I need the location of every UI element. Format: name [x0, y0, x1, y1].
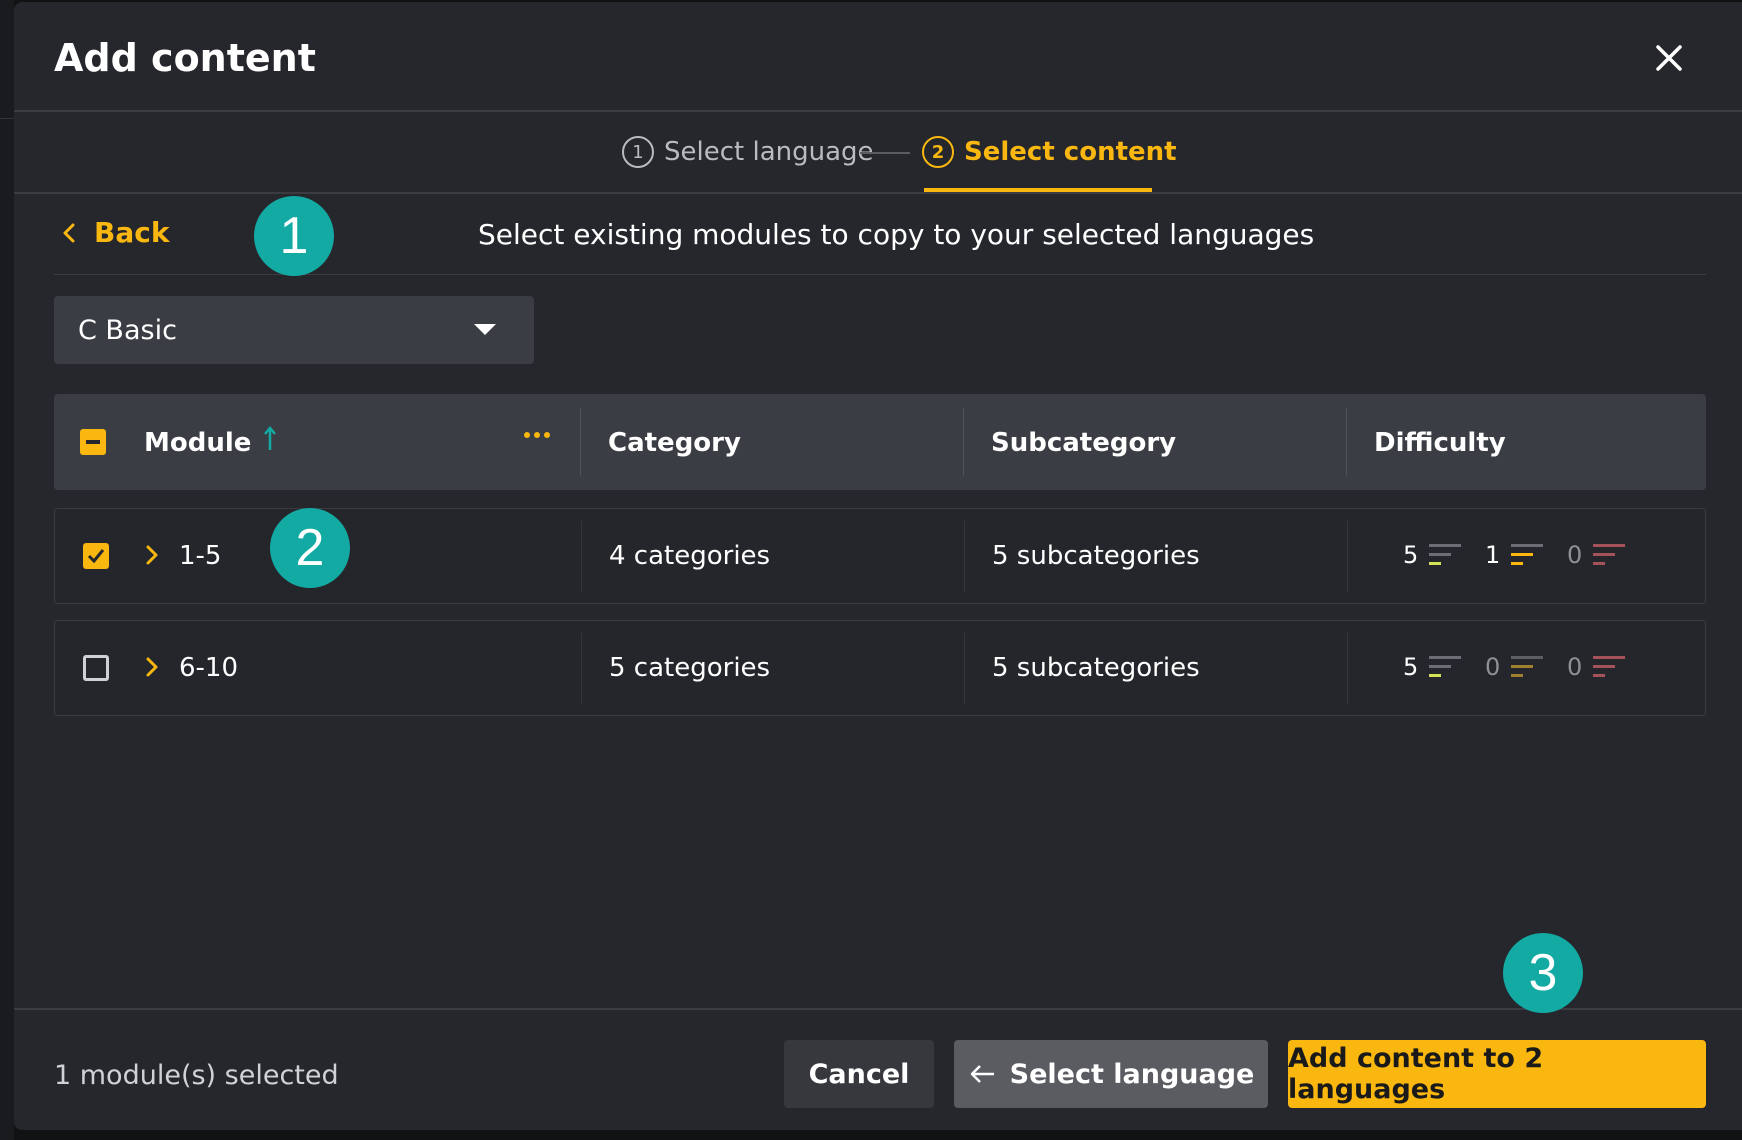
- column-divider: [1347, 521, 1348, 593]
- table-row[interactable]: 6-10 5 categories 5 subcategories 5 0 0: [54, 620, 1706, 716]
- column-divider: [964, 521, 965, 593]
- subcategory-count: 5 subcategories: [992, 541, 1200, 571]
- caret-down-icon: [474, 324, 496, 335]
- row-checkbox[interactable]: [83, 655, 109, 681]
- chevron-right-icon[interactable]: [145, 655, 159, 679]
- category-count: 4 categories: [609, 541, 771, 571]
- header-difficulty[interactable]: Difficulty: [1374, 428, 1506, 458]
- difficulty-easy: 5: [1403, 541, 1463, 569]
- header-subcategory[interactable]: Subcategory: [991, 428, 1176, 458]
- column-divider: [581, 521, 582, 593]
- sort-ascending-icon[interactable]: [262, 424, 278, 454]
- cancel-button[interactable]: Cancel: [784, 1040, 934, 1108]
- difficulty-hard: 0: [1567, 541, 1627, 569]
- modal-header: Add content: [14, 2, 1742, 112]
- active-step-underline: [924, 188, 1152, 192]
- course-select[interactable]: C Basic: [54, 296, 534, 364]
- step-label: Select content: [964, 137, 1177, 167]
- difficulty-medium: 1: [1485, 541, 1545, 569]
- column-divider: [1347, 633, 1348, 705]
- difficulty-easy-icon: [1429, 544, 1461, 565]
- step-connector: [860, 152, 910, 154]
- add-content-modal: Add content 1 Select language 2 Select c…: [14, 2, 1742, 1130]
- row-checkbox[interactable]: [83, 543, 109, 569]
- annotation-badge: 2: [270, 508, 350, 588]
- easy-count: 5: [1403, 541, 1419, 569]
- difficulty-hard-icon: [1593, 656, 1625, 677]
- more-options-icon[interactable]: [524, 432, 550, 438]
- back-link[interactable]: Back: [62, 216, 169, 249]
- subcategory-count: 5 subcategories: [992, 653, 1200, 683]
- easy-count: 5: [1403, 653, 1419, 681]
- select-language-button[interactable]: Select language: [954, 1040, 1268, 1108]
- stepper: 1 Select language 2 Select content: [14, 114, 1742, 194]
- select-language-label: Select language: [1009, 1058, 1255, 1090]
- chevron-left-icon: [63, 223, 75, 242]
- instruction-text: Select existing modules to copy to your …: [478, 218, 1315, 251]
- header-module[interactable]: Module: [144, 428, 251, 458]
- hard-count: 0: [1567, 541, 1583, 569]
- module-name: 6-10: [179, 653, 239, 683]
- hard-count: 0: [1567, 653, 1583, 681]
- medium-count: 1: [1485, 541, 1501, 569]
- step-number: 1: [622, 136, 654, 168]
- difficulty-easy: 5: [1403, 653, 1463, 681]
- category-count: 5 categories: [609, 653, 771, 683]
- column-divider: [581, 633, 582, 705]
- module-name: 1-5: [179, 541, 222, 571]
- add-content-button[interactable]: Add content to 2 languages: [1288, 1040, 1706, 1108]
- close-icon[interactable]: [1651, 40, 1687, 76]
- chevron-right-icon[interactable]: [145, 543, 159, 567]
- step-select-language[interactable]: 1 Select language: [622, 136, 874, 168]
- table-header: Module Category Subcategory Difficulty: [54, 394, 1706, 490]
- column-divider: [1346, 408, 1347, 476]
- annotation-badge: 1: [254, 196, 334, 276]
- difficulty-easy-icon: [1429, 656, 1461, 677]
- step-select-content[interactable]: 2 Select content: [922, 136, 1177, 168]
- modal-footer: 1 module(s) selected Cancel Select langu…: [14, 1008, 1742, 1130]
- medium-count: 0: [1485, 653, 1501, 681]
- step-number: 2: [922, 136, 954, 168]
- selection-count: 1 module(s) selected: [54, 1060, 339, 1091]
- difficulty-hard-icon: [1593, 544, 1625, 565]
- background-page: [0, 0, 14, 1140]
- modal-title: Add content: [54, 36, 316, 80]
- difficulty-hard: 0: [1567, 653, 1627, 681]
- annotation-badge: 3: [1503, 933, 1583, 1013]
- arrow-left-icon: [970, 1065, 994, 1083]
- column-divider: [964, 633, 965, 705]
- column-divider: [963, 408, 964, 476]
- back-label: Back: [94, 216, 170, 249]
- column-divider: [580, 408, 581, 476]
- step-label: Select language: [664, 137, 874, 167]
- difficulty-medium-icon: [1511, 544, 1543, 565]
- difficulty-medium: 0: [1485, 653, 1545, 681]
- background-divider: [0, 118, 14, 119]
- header-category[interactable]: Category: [608, 428, 741, 458]
- select-all-checkbox[interactable]: [80, 429, 106, 455]
- check-icon: [87, 549, 105, 564]
- difficulty-medium-icon: [1511, 656, 1543, 677]
- course-select-value: C Basic: [78, 315, 177, 346]
